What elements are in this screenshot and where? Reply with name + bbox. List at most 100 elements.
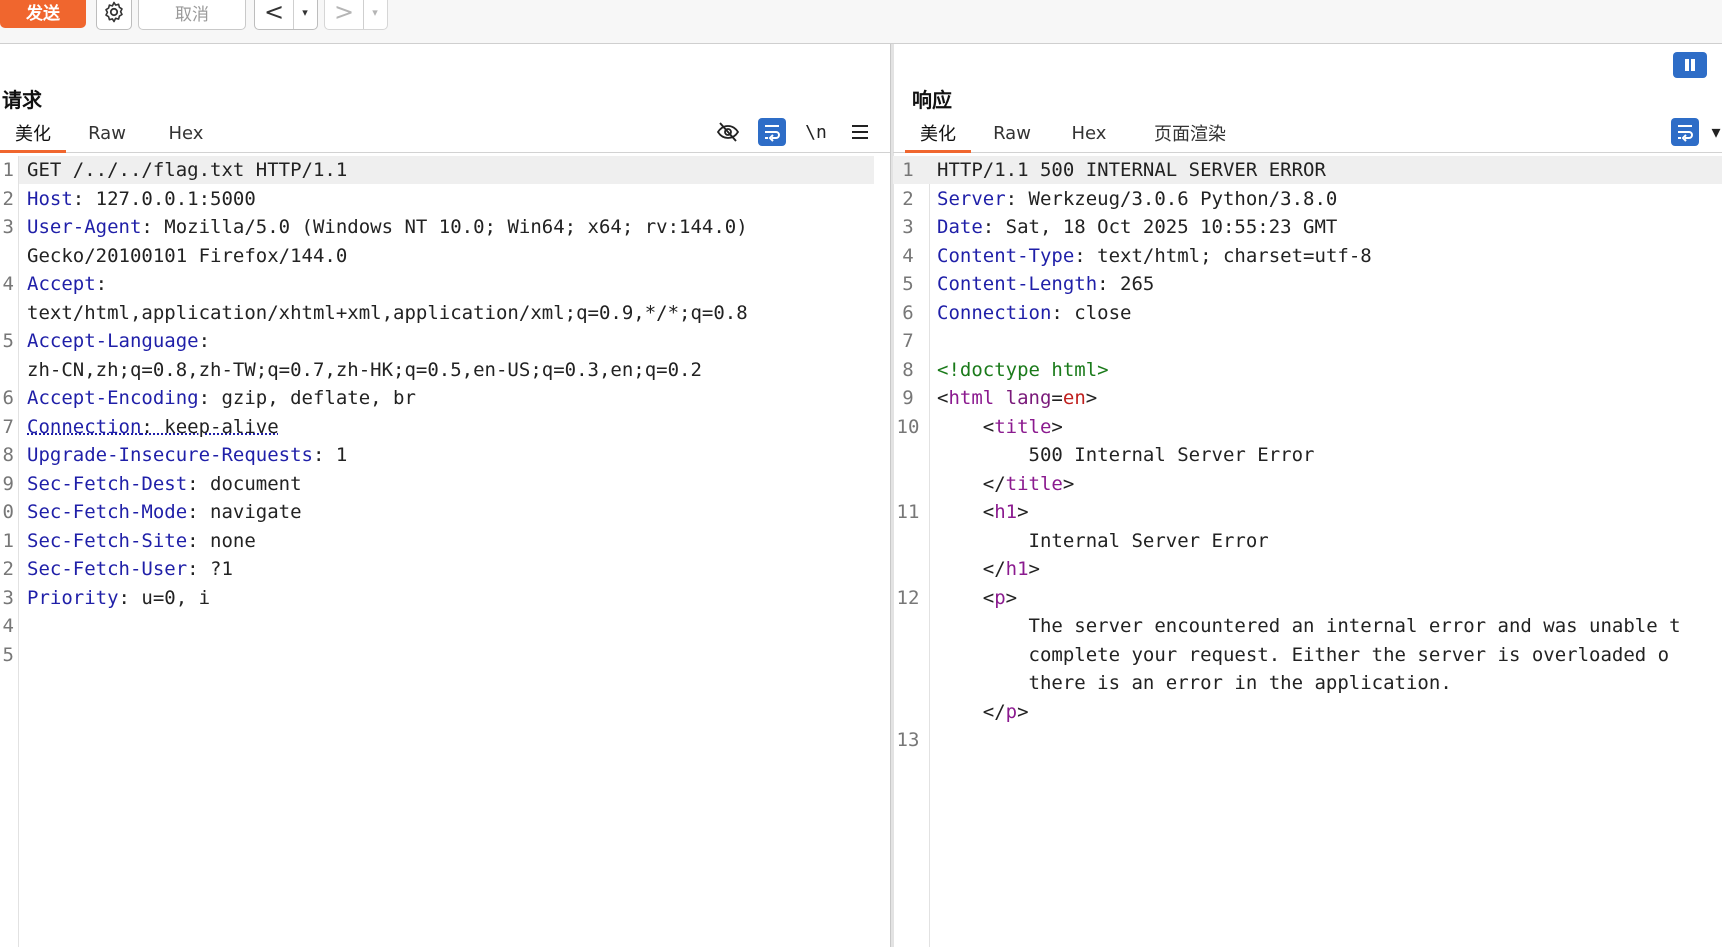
header-name: Connection	[27, 415, 142, 438]
code-line: Internal Server Error	[893, 527, 1722, 555]
hide-icon[interactable]	[714, 118, 742, 146]
header-value: : navigate	[187, 501, 302, 523]
code-line: 1 HTTP/1.1 500 INTERNAL SERVER ERROR	[893, 156, 1722, 184]
chevron-down-icon[interactable]: ▾	[1709, 118, 1722, 146]
line-text: zh-CN,zh;q=0.8,zh-TW;q=0.7,zh-HK;q=0.5,e…	[27, 358, 702, 381]
code-line: 5	[0, 641, 890, 669]
line-number: 13	[896, 729, 920, 751]
header-name: Upgrade-Insecure-Requests	[27, 444, 313, 466]
code-line: 2 Sec-Fetch-User: ?1	[0, 555, 890, 583]
line-text: </	[937, 700, 1006, 723]
line-text: : close	[1051, 301, 1132, 324]
tab-response-raw[interactable]: Raw	[987, 116, 1037, 150]
code-line: </h1>	[893, 555, 1722, 583]
code-line: 2 Host: 127.0.0.1:5000	[0, 185, 890, 213]
code-line: 5 Content-Length: 265	[893, 270, 1722, 298]
back-button[interactable]: <	[255, 0, 293, 29]
newline-icon[interactable]: \n	[802, 118, 830, 146]
gear-icon	[105, 1, 123, 23]
tab-response-hex[interactable]: Hex	[1063, 116, 1115, 150]
wrap-icon[interactable]	[758, 118, 786, 146]
request-tab-bar: 美化 Raw Hex \n	[0, 116, 890, 153]
response-tab-bar: 美化 Raw Hex 页面渲染 ▾	[893, 116, 1722, 153]
code-line: 4 Content-Type: text/html; charset=utf-8	[893, 242, 1722, 270]
menu-icon[interactable]	[846, 118, 874, 146]
line-text: Internal Server Error	[937, 529, 1269, 552]
line-number: 12	[896, 586, 920, 609]
line-text: Gecko/20100101 Firefox/144.0	[27, 244, 348, 267]
code-line: 6 Accept-Encoding: gzip, deflate, br	[0, 384, 890, 412]
tab-response-pretty[interactable]: 美化	[905, 116, 971, 153]
line-text: </	[937, 472, 1006, 495]
code-line: 4 Accept:	[0, 270, 890, 298]
response-editor[interactable]: 1 HTTP/1.1 500 INTERNAL SERVER ERROR 2 Serv…	[893, 156, 1722, 947]
back-nav-group: < ▾	[254, 0, 318, 30]
header-value: : document	[187, 472, 302, 495]
settings-button[interactable]	[96, 0, 132, 30]
line-number: 4	[2, 273, 14, 295]
header-value: : gzip, deflate, br	[198, 387, 416, 409]
forward-history-dropdown[interactable]: ▾	[363, 0, 386, 29]
code-line: 3 Priority: u=0, i	[0, 584, 890, 612]
code-line: there is an error in the application.	[893, 669, 1722, 697]
line-text: : Werkzeug/3.0.6 Python/3.8.0	[1005, 187, 1338, 210]
line-number: 2	[902, 187, 914, 210]
line-number: 4	[902, 244, 914, 267]
line-text: >	[1051, 415, 1063, 438]
line-text: 500 Internal Server Error	[937, 444, 1315, 466]
header-name: Sec-Fetch-Mode	[27, 501, 188, 523]
header-value: : Mozilla/5.0 (Windows NT 10.0; Win64; x…	[141, 216, 748, 238]
line-number: 2	[2, 558, 14, 580]
tab-request-pretty[interactable]: 美化	[0, 116, 66, 153]
code-line: </p>	[893, 698, 1722, 726]
code-line: 7	[893, 327, 1722, 355]
send-button[interactable]: 发送	[0, 0, 86, 28]
code-line: 13	[893, 726, 1722, 754]
code-line: 0 Sec-Fetch-Mode: navigate	[0, 498, 890, 526]
line-number: 8	[2, 444, 14, 466]
request-editor[interactable]: 1 GET /../../flag.txt HTTP/1.1 2 Host: 127.…	[0, 156, 890, 947]
forward-button[interactable]: >	[325, 0, 363, 29]
syntax-token: p	[994, 586, 1006, 609]
header-name: Host	[27, 187, 73, 210]
request-pane: 请求 美化 Raw Hex \n 1 GET /../../flag.txt H…	[0, 44, 890, 947]
header-value: : 127.0.0.1:5000	[72, 187, 256, 210]
line-number: 8	[902, 358, 914, 381]
wrap-icon[interactable]	[1671, 118, 1699, 146]
header-name: Sec-Fetch-Dest	[27, 472, 188, 495]
code-line: </title>	[893, 470, 1722, 498]
line-number: 4	[2, 615, 14, 637]
layout-toggle-button[interactable]	[1673, 52, 1707, 78]
header-name: Server	[937, 187, 1006, 210]
cancel-button[interactable]: 取消	[138, 0, 246, 30]
code-line: 11 <h1>	[893, 498, 1722, 526]
header-name: Priority	[27, 586, 119, 609]
tab-request-hex[interactable]: Hex	[160, 116, 212, 150]
line-number: 1	[902, 159, 914, 181]
line-number: 7	[2, 415, 14, 438]
forward-nav-group: > ▾	[324, 0, 388, 30]
tab-response-render[interactable]: 页面渲染	[1145, 116, 1235, 150]
line-number: 1	[2, 529, 14, 552]
code-line: zh-CN,zh;q=0.8,zh-TW;q=0.7,zh-HK;q=0.5,e…	[0, 356, 890, 384]
line-text: HTTP/1.1 500 INTERNAL SERVER ERROR	[937, 159, 1326, 181]
syntax-token: lang	[994, 387, 1052, 409]
back-history-dropdown[interactable]: ▾	[293, 0, 316, 29]
line-text: >	[1017, 700, 1029, 723]
line-text: : Sat, 18 Oct 2025 10:55:23 GMT	[982, 216, 1338, 238]
line-number: 5	[2, 643, 14, 666]
line-number: 9	[902, 387, 914, 409]
line-text: there is an error in the application.	[937, 672, 1452, 694]
code-line: 3 Date: Sat, 18 Oct 2025 10:55:23 GMT	[893, 213, 1722, 241]
code-line: 9 Sec-Fetch-Dest: document	[0, 470, 890, 498]
header-name: Content-Type	[937, 244, 1075, 267]
code-line: 500 Internal Server Error	[893, 441, 1722, 469]
code-line: complete your request. Either the server…	[893, 641, 1722, 669]
tab-request-raw[interactable]: Raw	[82, 116, 132, 150]
line-number: 3	[902, 216, 914, 238]
syntax-token: <!doctype html>	[937, 358, 1109, 381]
line-number: 5	[2, 330, 14, 352]
line-text: </	[937, 558, 1006, 580]
code-line: 4	[0, 612, 890, 640]
line-text: >	[1062, 472, 1075, 495]
